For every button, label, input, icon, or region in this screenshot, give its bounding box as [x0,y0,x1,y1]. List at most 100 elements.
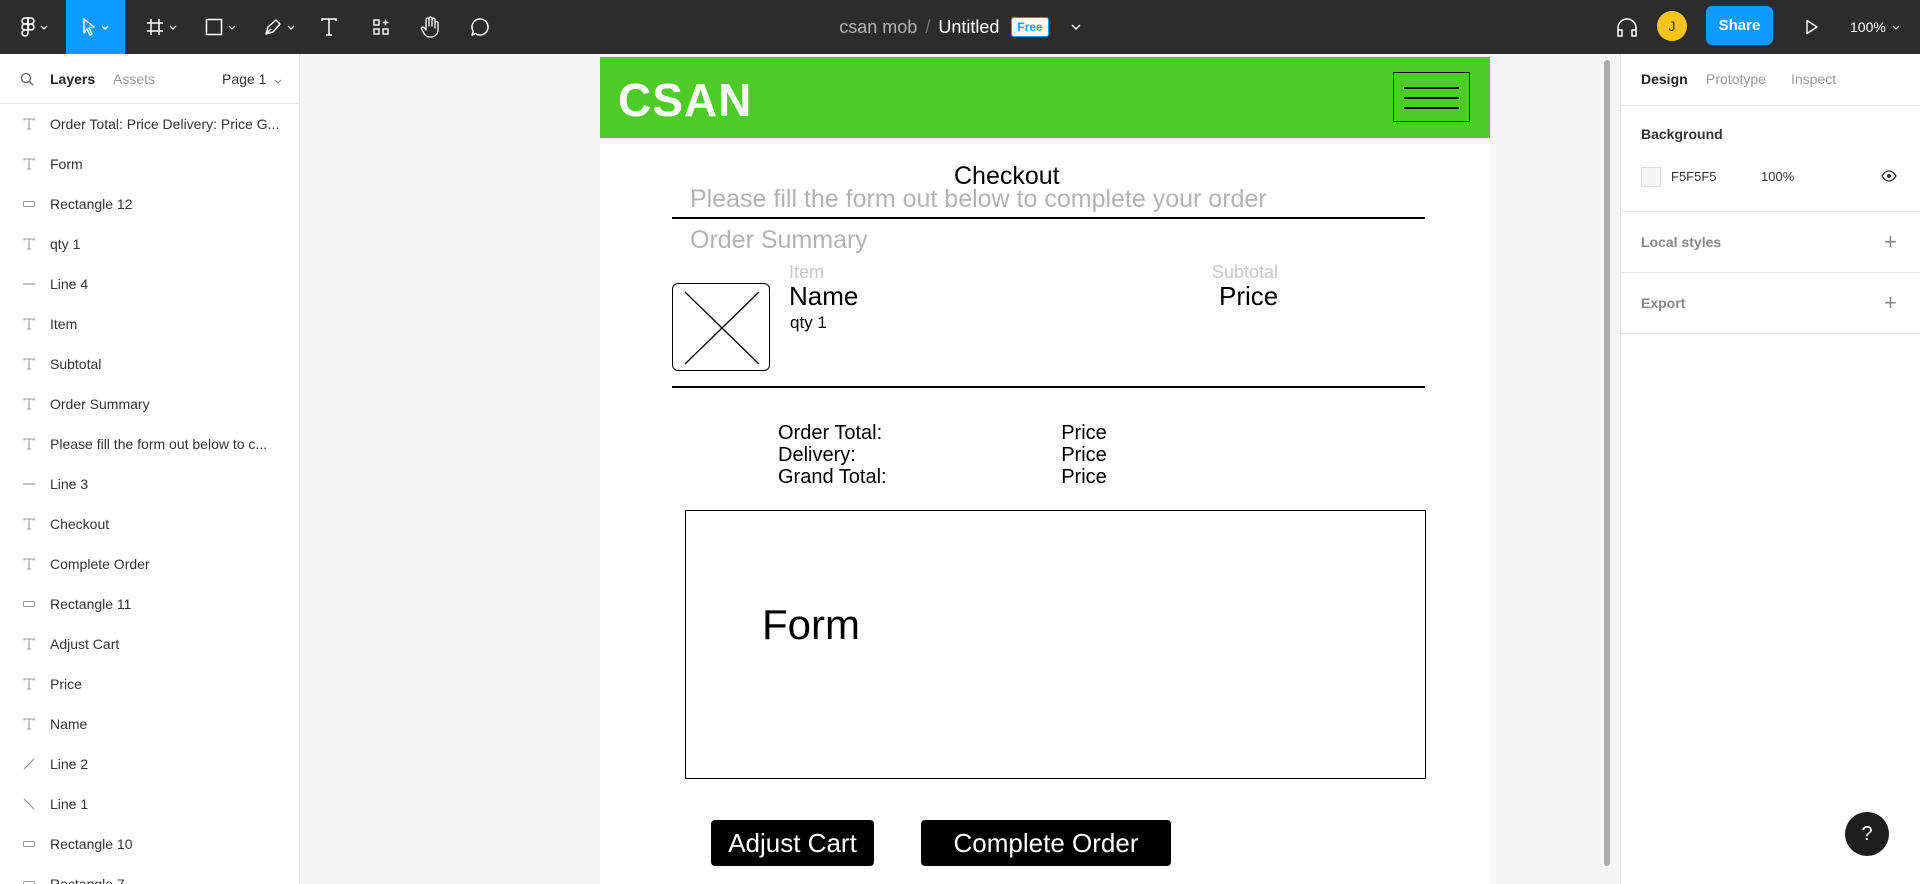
image-placeholder-icon [684,291,760,365]
layer-label: Subtotal [50,356,102,372]
search-icon[interactable] [20,72,34,86]
hand-tool-button[interactable] [418,0,442,54]
layer-label: Rectangle 10 [50,836,133,852]
user-avatar[interactable]: J [1657,11,1687,41]
play-icon [1806,19,1818,35]
item-column-header: Item [789,262,825,282]
text-icon [22,357,36,371]
eye-icon[interactable] [1881,170,1897,182]
layer-label: Price [50,676,82,692]
layer-list: Order Total: Price Delivery: Price G... F… [0,104,299,884]
page-select[interactable]: Page 1 [222,71,282,87]
layer-item[interactable]: Line 1 [0,784,299,824]
share-button[interactable]: Share [1706,6,1773,45]
rectangle-icon [22,877,36,884]
breadcrumb-separator: / [925,16,931,37]
layer-label: Please fill the form out below to c... [50,436,268,452]
text-icon [22,677,36,691]
layer-item[interactable]: Price [0,664,299,704]
layer-item[interactable]: Adjust Cart [0,624,299,664]
top-toolbar: csan mob / Untitled Free J Share 100% [0,0,1920,54]
order-summary-heading: Order Summary [690,226,868,254]
layer-item[interactable]: Rectangle 10 [0,824,299,864]
chevron-down-icon[interactable] [1071,24,1081,30]
layer-item[interactable]: Item [0,304,299,344]
components-icon [373,19,389,35]
layer-item[interactable]: Order Total: Price Delivery: Price G... [0,104,299,144]
tab-layers[interactable]: Layers [50,71,95,87]
project-name[interactable]: csan mob [839,17,917,38]
chevron-down-icon [274,79,282,84]
zoom-dropdown[interactable]: 100% [1850,0,1900,54]
move-tool-button[interactable] [66,0,125,54]
present-button[interactable] [1800,0,1824,54]
shape-tool-button[interactable] [200,0,240,54]
resources-tool-button[interactable] [370,0,392,54]
order-total-label: Order Total: [778,422,883,444]
frame-tool-button[interactable] [140,0,182,54]
text-icon [22,637,36,651]
checkout-frame[interactable]: CSAN Checkout Please fill the form out b… [600,57,1490,884]
tab-prototype[interactable]: Prototype [1706,71,1766,87]
diagonal-line-icon [22,757,36,771]
layer-item[interactable]: Form [0,144,299,184]
add-export-plus-icon[interactable]: + [1884,292,1897,314]
comment-tool-button[interactable] [468,0,492,54]
layers-panel: Layers Assets Page 1 Order Total: Price … [0,54,300,884]
layer-label: Adjust Cart [50,636,120,652]
plan-badge[interactable]: Free [1011,17,1049,37]
layer-item[interactable]: Line 4 [0,264,299,304]
layer-item[interactable]: Rectangle 7 [0,864,299,884]
background-opacity[interactable]: 100% [1761,169,1794,184]
export-title: Export [1641,295,1686,311]
audio-button[interactable] [1615,0,1639,54]
adjust-cart-button[interactable]: Adjust Cart [711,820,874,866]
chevron-down-icon [228,25,235,30]
layer-item[interactable]: Name [0,704,299,744]
layer-label: Rectangle 12 [50,196,133,212]
main-menu-button[interactable] [14,0,54,54]
text-icon [22,437,36,451]
help-button[interactable]: ? [1845,812,1889,856]
delivery-label: Delivery: [778,444,856,466]
background-swatch[interactable] [1641,167,1661,187]
text-icon [22,237,36,251]
text-tool-button[interactable] [318,0,340,54]
layer-item[interactable]: Rectangle 12 [0,184,299,224]
layer-label: Rectangle 11 [50,596,132,612]
rectangle-icon [205,18,222,36]
order-total-value: Price [1061,422,1107,444]
pen-tool-button[interactable] [258,0,300,54]
tab-inspect[interactable]: Inspect [1791,71,1836,87]
layer-item[interactable]: Line 2 [0,744,299,784]
comment-icon [471,18,489,36]
layer-label: Order Summary [50,396,150,412]
layer-item[interactable]: Line 3 [0,464,299,504]
background-hex[interactable]: F5F5F5 [1671,169,1717,184]
tab-assets[interactable]: Assets [113,71,155,87]
layer-item[interactable]: Order Summary [0,384,299,424]
grand-total-value: Price [1061,466,1107,488]
layer-label: Line 3 [50,476,89,492]
chevron-down-icon [40,25,47,30]
hamburger-menu-icon[interactable] [1393,72,1470,122]
pen-icon [264,19,281,35]
layer-label: Name [50,716,88,732]
complete-order-button[interactable]: Complete Order [921,820,1171,866]
file-name[interactable]: Untitled [938,17,999,38]
layer-item[interactable]: Checkout [0,504,299,544]
layer-item[interactable]: Please fill the form out below to c... [0,424,299,464]
text-icon [22,157,36,171]
layer-item[interactable]: Rectangle 11 [0,584,299,624]
page-label: Page 1 [222,70,267,87]
layer-item[interactable]: Subtotal [0,344,299,384]
layer-item[interactable]: Complete Order [0,544,299,584]
text-icon [321,18,337,36]
canvas-scrollbar[interactable] [1604,60,1610,866]
add-style-plus-icon[interactable]: + [1884,231,1897,253]
tab-design[interactable]: Design [1641,71,1688,87]
layer-item[interactable]: qty 1 [0,224,299,264]
properties-panel: Design Prototype Inspect Background F5F5… [1620,54,1920,884]
layer-label: qty 1 [50,236,81,252]
background-section: Background F5F5F5 100% [1621,106,1920,212]
